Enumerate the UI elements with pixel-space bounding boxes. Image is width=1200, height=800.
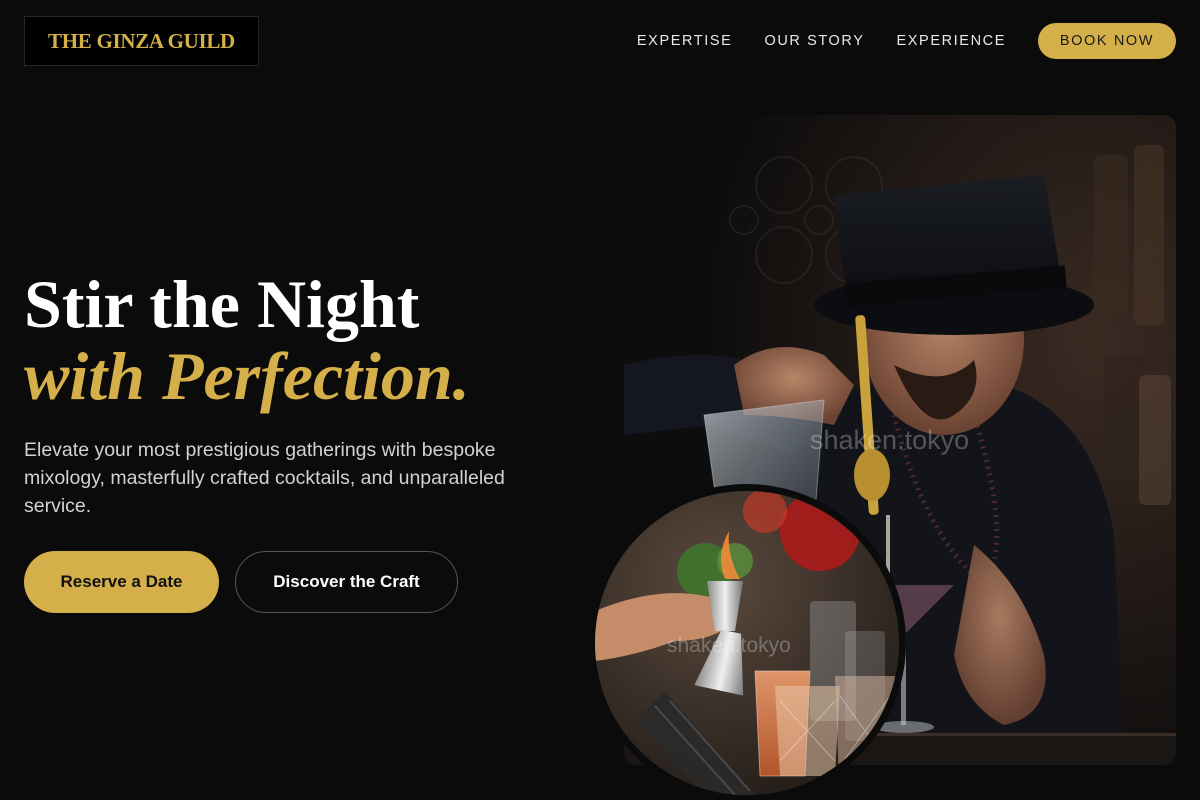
nav-link-experience[interactable]: EXPERIENCE bbox=[897, 33, 1006, 49]
brand-logo[interactable]: THE GINZA GUILD bbox=[24, 16, 259, 66]
headline-line-1: Stir the Night bbox=[24, 266, 420, 342]
main-photo-watermark: shaken.tokyo bbox=[810, 425, 970, 455]
hero-subtext: Elevate your most prestigious gatherings… bbox=[24, 439, 505, 517]
reserve-date-button[interactable]: Reserve a Date bbox=[24, 551, 219, 613]
inset-photo-watermark: shaken.tokyo bbox=[667, 634, 791, 657]
book-now-button[interactable]: BOOK NOW bbox=[1038, 23, 1176, 59]
jigger-pour-photo: shaken.tokyo bbox=[588, 484, 906, 800]
hero-headline: Stir the Night with Perfection. bbox=[24, 268, 470, 412]
headline-line-2: with Perfection. bbox=[24, 338, 470, 414]
discover-craft-button[interactable]: Discover the Craft bbox=[235, 551, 458, 613]
nav-link-expertise[interactable]: EXPERTISE bbox=[637, 33, 733, 49]
nav-link-our-story[interactable]: OUR STORY bbox=[764, 33, 864, 49]
top-nav: EXPERTISE OUR STORY EXPERIENCE BOOK NOW bbox=[637, 23, 1176, 59]
brand-logo-text: THE GINZA GUILD bbox=[48, 28, 235, 53]
